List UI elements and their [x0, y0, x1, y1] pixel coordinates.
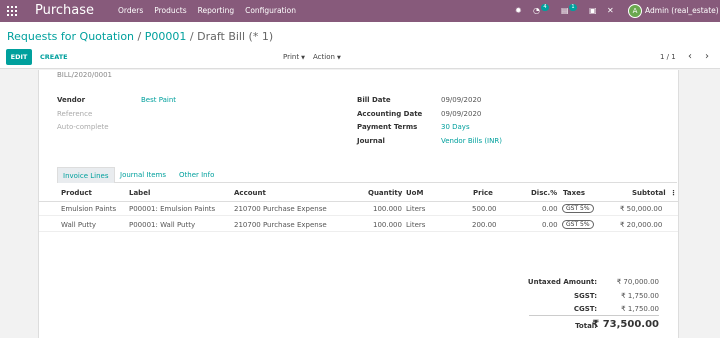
main-menu: Orders Products Reporting Configuration — [118, 0, 307, 22]
breadcrumb: Requests for Quotation / P00001 / Draft … — [7, 30, 273, 43]
col-discount[interactable]: Disc.% — [531, 189, 557, 197]
cell-quantity: 100.000 — [373, 205, 402, 213]
menu-reporting[interactable]: Reporting — [198, 0, 234, 22]
total-label: Total: — [575, 322, 597, 330]
cell-product: Emulsion Paints — [61, 205, 117, 213]
create-button[interactable]: CREATE — [40, 49, 68, 65]
untaxed-amount-value: ₹ 70,000.00 — [616, 278, 659, 286]
reference-label: Reference — [57, 110, 93, 118]
menu-products[interactable]: Products — [154, 0, 186, 22]
autocomplete-label: Auto-complete — [57, 123, 109, 131]
top-navbar: Purchase Orders Products Reporting Confi… — [0, 0, 720, 22]
cgst-value: ₹ 1,750.00 — [621, 305, 659, 313]
caret-down-icon: ▼ — [301, 55, 305, 61]
cell-price: 200.00 — [472, 221, 497, 229]
vendor-label: Vendor — [57, 96, 86, 104]
col-subtotal[interactable]: Subtotal — [632, 189, 666, 197]
journal-label: Journal — [357, 137, 385, 145]
payment-terms-field[interactable]: 30 Days — [441, 123, 470, 131]
sgst-value: ₹ 1,750.00 — [621, 292, 659, 300]
col-uom[interactable]: UoM — [406, 189, 423, 197]
cell-price: 500.00 — [472, 205, 497, 213]
total-value: ₹ 73,500.00 — [592, 319, 659, 330]
cell-subtotal: ₹ 20,000.00 — [620, 221, 663, 229]
totals-divider — [529, 315, 659, 316]
bill-date-label: Bill Date — [357, 96, 391, 104]
cell-label: P00001: Emulsion Paints — [129, 205, 216, 213]
bug-icon[interactable]: ✹ — [515, 0, 522, 22]
col-account[interactable]: Account — [234, 189, 266, 197]
app-title[interactable]: Purchase — [35, 2, 94, 20]
row-divider — [39, 231, 678, 232]
gift-icon[interactable]: ▣ — [589, 0, 597, 22]
messages-badge: 1 — [569, 4, 577, 11]
messages-icon[interactable]: ▤ — [561, 0, 569, 22]
bill-form-sheet: BILL/2020/0001 Vendor Best Paint Referen… — [38, 70, 679, 338]
col-label[interactable]: Label — [129, 189, 150, 197]
cell-uom: Liters — [406, 205, 426, 213]
control-panel: Requests for Quotation / P00001 / Draft … — [0, 22, 720, 69]
action-label: Action — [313, 53, 335, 61]
accounting-date-field[interactable]: 09/09/2020 — [441, 110, 481, 118]
untaxed-amount-label: Untaxed Amount: — [527, 278, 597, 286]
vendor-field[interactable]: Best Paint — [141, 96, 176, 104]
breadcrumb-separator: / — [137, 30, 142, 43]
breadcrumb-separator: / — [189, 30, 194, 43]
column-options-icon[interactable]: ⋮ — [670, 189, 677, 197]
menu-orders[interactable]: Orders — [118, 0, 143, 22]
sgst-label: SGST: — [573, 292, 597, 300]
pager-value[interactable]: 1 / 1 — [660, 49, 676, 65]
menu-configuration[interactable]: Configuration — [245, 0, 296, 22]
journal-field[interactable]: Vendor Bills (INR) — [441, 137, 502, 145]
breadcrumb-current: Draft Bill (* 1) — [197, 30, 274, 43]
cgst-label: CGST: — [573, 305, 597, 313]
notebook-tabs: Invoice Lines Journal Items Other Info — [57, 167, 677, 183]
tax-tag: GST 5% — [562, 220, 594, 229]
payment-terms-label: Payment Terms — [357, 123, 418, 131]
activity-icon[interactable]: ◔ — [533, 0, 540, 22]
user-name: Admin (real_estate) — [645, 6, 719, 15]
col-taxes[interactable]: Taxes — [563, 189, 585, 197]
caret-down-icon: ▼ — [336, 55, 341, 61]
user-menu[interactable]: Admin (real_estate) ▾ — [645, 0, 720, 22]
tax-tag: GST 5% — [562, 204, 594, 213]
breadcrumb-order[interactable]: P00001 — [145, 30, 187, 43]
pager-next-icon[interactable]: › — [705, 49, 709, 65]
cell-quantity: 100.000 — [373, 221, 402, 229]
cell-discount: 0.00 — [542, 205, 558, 213]
tab-other-info[interactable]: Other Info — [174, 167, 219, 183]
cell-subtotal: ₹ 50,000.00 — [620, 205, 663, 213]
col-product[interactable]: Product — [61, 189, 92, 197]
col-quantity[interactable]: Quantity — [368, 189, 402, 197]
cell-label: P00001: Wall Putty — [129, 221, 196, 229]
accounting-date-label: Accounting Date — [357, 110, 423, 118]
table-header-divider — [39, 201, 678, 202]
action-dropdown[interactable]: Action ▼ — [313, 49, 341, 65]
cell-account: 210700 Purchase Expense — [234, 205, 327, 213]
avatar[interactable]: A — [628, 4, 642, 18]
bill-date-field[interactable]: 09/09/2020 — [441, 96, 481, 104]
tab-invoice-lines[interactable]: Invoice Lines — [57, 167, 115, 183]
activity-badge: 4 — [541, 4, 549, 11]
cell-account: 210700 Purchase Expense — [234, 221, 327, 229]
tools-icon[interactable]: ✕ — [607, 0, 614, 22]
cell-discount: 0.00 — [542, 221, 558, 229]
row-divider — [39, 215, 678, 216]
print-dropdown[interactable]: Print ▼ — [283, 49, 305, 65]
apps-menu-icon[interactable] — [7, 6, 17, 16]
breadcrumb-rfq[interactable]: Requests for Quotation — [7, 30, 134, 43]
col-price[interactable]: Price — [473, 189, 493, 197]
bill-number: BILL/2020/0001 — [57, 71, 113, 79]
edit-button[interactable]: EDIT — [6, 49, 32, 65]
cell-uom: Liters — [406, 221, 426, 229]
print-label: Print — [283, 53, 300, 61]
pager-previous-icon[interactable]: ‹ — [688, 49, 692, 65]
cell-product: Wall Putty — [61, 221, 97, 229]
tab-journal-items[interactable]: Journal Items — [115, 167, 171, 183]
